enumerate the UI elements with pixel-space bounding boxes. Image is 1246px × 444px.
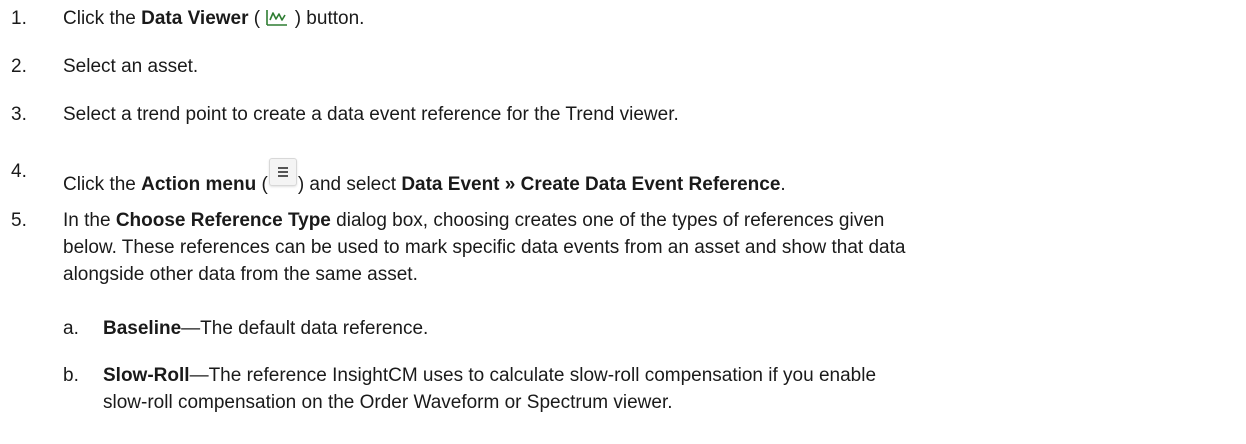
step-text-part: ( [248,8,266,29]
step-text-part: ( [256,174,268,195]
step-text: Select an asset. [63,56,199,77]
step-text-part: Click the [63,174,142,195]
step-text-part: In the [63,210,116,231]
step-text: In the Choose Reference Type dialog box,… [63,207,1236,288]
step-text-part: dialog box, choosing creates one of the … [330,210,885,231]
substep-text: Slow-Roll—The reference InsightCM uses t… [103,362,1236,416]
ui-term: Data Event » Create Data Event Reference [401,174,781,195]
substep-letter: a. [63,318,79,339]
ui-term: Data Viewer [141,8,249,29]
step-line: Slow-Roll—The reference InsightCM uses t… [103,362,1236,389]
hamburger-menu-icon [268,158,297,186]
step-number: 5. [11,210,27,231]
instruction-document: 1. Click the Data Viewer ( ) button. 2. … [0,0,1246,444]
step-number: 4. [11,161,27,182]
step-text: Click the Action menu ( ) and select Data… [63,158,1236,198]
step-text-part: ) button. [289,8,365,29]
ui-term: Action menu [141,174,257,195]
step-line: In the Choose Reference Type dialog box,… [63,207,1236,234]
step-line: below. These references can be used to m… [63,237,906,258]
step-text-part: —The reference InsightCM uses to calcula… [189,365,877,386]
step-line: alongside other data from the same asset… [63,264,418,285]
step-text: Select a trend point to create a data ev… [63,104,679,125]
step-text-part: —The default data reference. [181,318,429,339]
ui-term: Baseline [103,318,182,339]
step-number: 1. [11,8,27,29]
step-number: 3. [11,104,27,125]
trend-chart-icon [266,10,288,26]
step-text-part: Click the [63,8,142,29]
substep-letter: b. [63,365,79,386]
step-number: 2. [11,56,27,77]
step-text-part: . [780,174,786,195]
substep-text: Baseline—The default data reference. [103,315,1236,342]
step-text-part: ) and select [297,174,402,195]
ui-term: Slow-Roll [103,365,190,386]
step-line: slow-roll compensation on the Order Wave… [103,392,673,413]
step-text: Click the Data Viewer ( ) button. [63,5,1236,32]
ui-term: Choose Reference Type [115,210,331,231]
